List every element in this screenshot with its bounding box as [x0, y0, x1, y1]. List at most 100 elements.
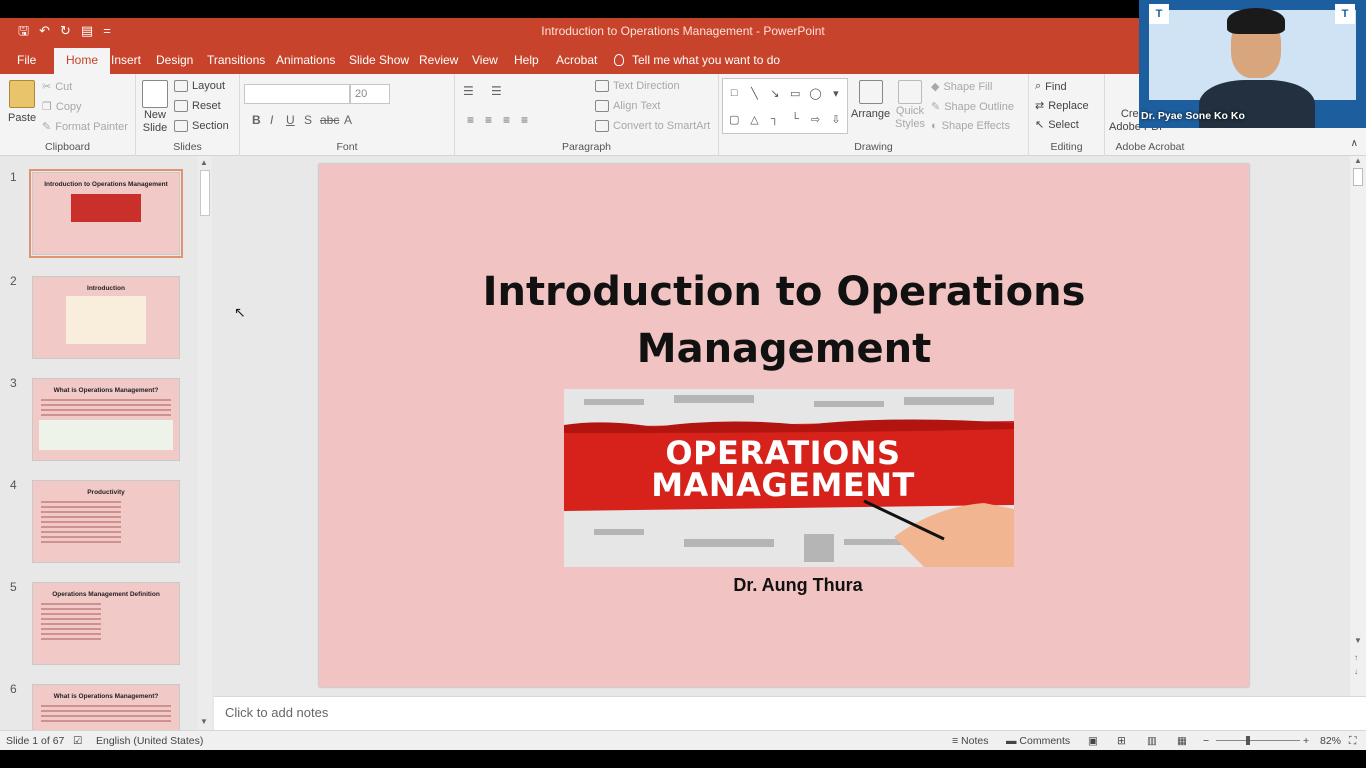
- shape-outline-button[interactable]: ✎ Shape Outline: [931, 100, 1014, 114]
- previous-slide-icon[interactable]: ↑: [1354, 653, 1358, 662]
- line-shape-icon[interactable]: ╲: [751, 87, 758, 100]
- strikethrough-button[interactable]: abc: [320, 113, 339, 127]
- align-text-button[interactable]: Align Text: [595, 100, 661, 112]
- slide-title[interactable]: Introduction to Operations Management: [319, 264, 1249, 378]
- tab-transitions[interactable]: Transitions: [207, 53, 265, 67]
- oval-shape-icon[interactable]: ◯: [809, 87, 821, 100]
- collapse-ribbon-icon[interactable]: ∧: [1351, 138, 1358, 149]
- tab-home[interactable]: Home: [54, 48, 111, 75]
- tab-design[interactable]: Design: [156, 53, 193, 67]
- thumbnail-row[interactable]: 6 What is Operations Management?: [0, 682, 200, 730]
- layout-button[interactable]: Layout: [174, 80, 225, 92]
- tab-review[interactable]: Review: [419, 53, 458, 67]
- slide-thumbnail[interactable]: Introduction: [32, 276, 180, 359]
- thumbnail-row[interactable]: 2 Introduction: [0, 274, 200, 364]
- tab-view[interactable]: View: [472, 53, 498, 67]
- arrow-shape-icon[interactable]: ↘: [770, 87, 779, 100]
- reading-view-icon[interactable]: ▥: [1147, 735, 1157, 747]
- slide-thumbnail[interactable]: Productivity: [32, 480, 180, 563]
- editor-scrollbar[interactable]: ▲ ▼ ↑ ↓: [1350, 156, 1366, 696]
- tab-slide-show[interactable]: Slide Show: [349, 53, 409, 67]
- italic-button[interactable]: I: [270, 113, 273, 127]
- scroll-down-icon[interactable]: ▼: [1354, 636, 1362, 645]
- new-slide-button[interactable]: New Slide: [142, 80, 168, 134]
- copy-button[interactable]: ❐ Copy: [42, 100, 82, 114]
- align-center-icon[interactable]: ≡: [485, 113, 492, 127]
- paste-button[interactable]: Paste: [8, 80, 36, 124]
- thumbnail-row[interactable]: 3 What is Operations Management?: [0, 376, 200, 466]
- thumbnail-row[interactable]: 1 Introduction to Operations Management: [0, 169, 200, 260]
- tab-animations[interactable]: Animations: [276, 53, 335, 67]
- down-arrow-shape-icon[interactable]: ⇩: [831, 113, 840, 126]
- fit-slide-icon[interactable]: ⛶: [1349, 735, 1356, 748]
- scrollbar-thumb[interactable]: [1353, 168, 1363, 186]
- slide-thumbnail[interactable]: What is Operations Management?: [32, 684, 180, 730]
- rectangle-shape-icon[interactable]: ▭: [790, 87, 800, 100]
- rounded-rect-shape-icon[interactable]: ▢: [729, 113, 739, 126]
- notes-pane[interactable]: Click to add notes: [214, 696, 1366, 730]
- numbering-icon[interactable]: ☰: [491, 84, 502, 98]
- scroll-down-icon[interactable]: ▼: [200, 717, 208, 726]
- thumbnail-row[interactable]: 5 Operations Management Definition: [0, 580, 200, 670]
- font-size-dropdown[interactable]: 20: [350, 84, 390, 104]
- select-button[interactable]: ↖ Select: [1035, 118, 1079, 132]
- triangle-shape-icon[interactable]: △: [750, 113, 758, 126]
- bullets-icon[interactable]: ☰: [463, 84, 474, 98]
- convert-smartart-button[interactable]: Convert to SmartArt: [595, 120, 710, 132]
- tab-acrobat[interactable]: Acrobat: [556, 53, 597, 67]
- comments-button[interactable]: ▬ Comments: [1006, 735, 1070, 747]
- tab-help[interactable]: Help: [514, 53, 539, 67]
- format-painter-button[interactable]: ✎ Format Painter: [42, 120, 128, 134]
- elbow-shape-icon[interactable]: ┐: [771, 113, 779, 125]
- align-right-icon[interactable]: ≡: [503, 113, 510, 127]
- zoom-out-icon[interactable]: −: [1203, 735, 1209, 747]
- spell-check-icon[interactable]: ☑: [73, 735, 82, 747]
- scroll-up-icon[interactable]: ▲: [200, 158, 208, 167]
- text-direction-button[interactable]: Text Direction: [595, 80, 680, 92]
- current-slide[interactable]: Introduction to Operations Management OP…: [319, 164, 1249, 687]
- slide-thumbnail[interactable]: What is Operations Management?: [32, 378, 180, 461]
- bold-button[interactable]: B: [252, 113, 261, 127]
- slide-thumbnail[interactable]: Operations Management Definition: [32, 582, 180, 665]
- next-slide-icon[interactable]: ↓: [1354, 667, 1358, 676]
- shape-fill-button[interactable]: ◆ Shape Fill: [931, 80, 992, 94]
- justify-icon[interactable]: ≡: [521, 113, 528, 127]
- slide-show-icon[interactable]: ▦: [1177, 735, 1187, 747]
- slide-thumbnail[interactable]: Introduction to Operations Management: [29, 169, 183, 258]
- zoom-level[interactable]: 82%: [1320, 735, 1341, 747]
- quick-styles-button[interactable]: Quick Styles: [895, 80, 925, 130]
- font-name-dropdown[interactable]: [244, 84, 350, 104]
- normal-view-icon[interactable]: ▣: [1088, 735, 1098, 747]
- shadow-button[interactable]: S: [304, 113, 312, 127]
- notes-button[interactable]: ≡ Notes: [952, 735, 988, 747]
- arrange-button[interactable]: Arrange: [851, 80, 890, 120]
- section-button[interactable]: Section: [174, 120, 229, 132]
- shape-effects-button[interactable]: ◐ Shape Effects: [931, 120, 1010, 132]
- find-button[interactable]: ⌕ Find: [1035, 80, 1067, 93]
- slide-sorter-icon[interactable]: ⊞: [1117, 735, 1126, 747]
- language-indicator[interactable]: English (United States): [96, 735, 203, 747]
- thumbnails-scrollbar[interactable]: ▲ ▼: [198, 156, 212, 730]
- underline-button[interactable]: U: [286, 113, 295, 127]
- replace-button[interactable]: ⇄ Replace: [1035, 99, 1089, 113]
- font-color-icon[interactable]: A: [344, 113, 352, 127]
- tab-file[interactable]: File: [17, 53, 36, 67]
- scroll-up-icon[interactable]: ▲: [1354, 156, 1362, 165]
- reset-button[interactable]: Reset: [174, 100, 221, 112]
- scrollbar-thumb[interactable]: [200, 170, 210, 216]
- thumbnail-row[interactable]: 4 Productivity: [0, 478, 200, 568]
- tab-insert[interactable]: Insert: [111, 53, 141, 67]
- zoom-in-icon[interactable]: +: [1303, 735, 1309, 747]
- textbox-shape-icon[interactable]: □: [731, 87, 738, 99]
- zoom-slider-thumb[interactable]: [1246, 736, 1250, 745]
- cut-button[interactable]: ✂ Cut: [42, 80, 72, 94]
- tell-me-search[interactable]: Tell me what you want to do: [614, 53, 780, 67]
- shapes-gallery[interactable]: □ ╲ ↘ ▭ ◯ ▾ ▢ △ ┐ └ ⇨ ⇩: [722, 78, 848, 134]
- slide-author[interactable]: Dr. Aung Thura: [319, 575, 1249, 596]
- right-arrow-shape-icon[interactable]: ⇨: [811, 113, 820, 126]
- more-shapes-icon[interactable]: ▾: [833, 87, 839, 100]
- zoom-slider[interactable]: [1216, 736, 1300, 745]
- align-left-icon[interactable]: ≡: [467, 113, 474, 127]
- connector-shape-icon[interactable]: └: [791, 113, 799, 125]
- operations-management-image[interactable]: OPERATIONS MANAGEMENT: [564, 389, 1014, 567]
